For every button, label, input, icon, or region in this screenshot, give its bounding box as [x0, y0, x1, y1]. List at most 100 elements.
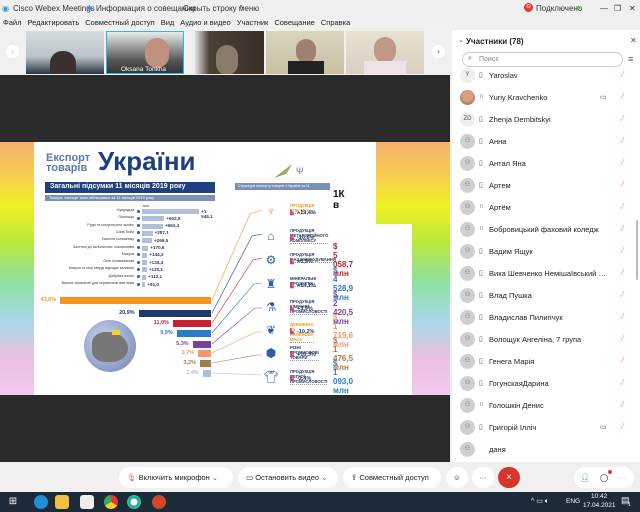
participant-row[interactable]: ⚇ ▯ ГогунскаяДарина ⁄	[452, 373, 632, 395]
share-content-button[interactable]: ⇪ Совместный доступ	[343, 467, 441, 488]
participant-row[interactable]: ⚇ ▯ Вадим Ящук ⁄	[452, 241, 632, 263]
participant-name: Голошкін Денис	[489, 401, 544, 410]
avatar: ⚇	[460, 222, 475, 237]
participant-row[interactable]: ⚇ ▯ Вика Шевченко Немішаївський фа... ⁄	[452, 263, 632, 285]
factory-icon: ⌂	[267, 229, 275, 243]
participant-name: Вадим Ящук	[489, 247, 533, 256]
restore-button[interactable]: ❐	[614, 4, 621, 13]
windows-taskbar: ⊞ ^ ▭ 🔈︎ ENG 10:42 17.04.2021 ▤ 1	[0, 492, 640, 512]
gears-icon: ⚙	[265, 253, 277, 267]
muted-mic-icon[interactable]: ⁄	[622, 202, 623, 211]
more-panels-icon[interactable]: ···	[618, 467, 626, 488]
clock-date[interactable]: 17.04.2021	[583, 502, 616, 509]
muted-mic-icon[interactable]: ⁄	[622, 400, 623, 409]
avatar: Y	[460, 68, 475, 83]
tray-icons[interactable]: ^ ▭ 🔈︎	[531, 497, 549, 506]
muted-mic-icon[interactable]: ⁄	[622, 92, 623, 101]
windows-start-icon[interactable]: ⊞	[6, 495, 20, 509]
muted-mic-icon[interactable]: ⁄	[622, 158, 623, 167]
muted-mic-icon[interactable]: ⁄	[622, 268, 623, 277]
headset-icon: ∩	[479, 225, 485, 232]
chart-mini-icon: ▙	[290, 376, 294, 382]
close-panel-button[interactable]: ✕	[630, 36, 637, 45]
participant-row[interactable]: ⚇ ▯ Артем ⁄	[452, 175, 632, 197]
muted-mic-icon[interactable]: ⁄	[622, 224, 623, 233]
muted-mic-icon[interactable]: ⁄	[622, 70, 623, 79]
unmute-mic-button[interactable]: 🎙︎ Включить микрофон ⌄	[119, 467, 233, 488]
muted-mic-icon[interactable]: ⁄	[622, 136, 623, 145]
participant-row[interactable]: ⚇ ▯ Антал Яна ⁄	[452, 153, 632, 175]
wheat-cow-icon: ♆	[266, 204, 276, 218]
avatar: ⚇	[460, 178, 475, 193]
leaf-icon: ❦	[265, 323, 277, 337]
phone-icon: ▯	[479, 182, 483, 189]
participant-row[interactable]: ZD ▯ Zhenja Dembitskyi ⁄	[452, 109, 632, 131]
phone-icon: ▯	[479, 292, 483, 299]
participant-row[interactable]: ⚇ ▯ Волощук Ангеліна, 7 група ⁄	[452, 329, 632, 351]
oil-rig-icon: ♜	[265, 277, 277, 291]
participant-row[interactable]: ⚇ ▯ Владислав Пилипчук ⁄	[452, 307, 632, 329]
chrome-icon[interactable]	[104, 495, 118, 509]
participants-panel: ⌄ Участники (78) ✕ ⌕ Поиск ≡ Y ▯ Yaroslav ⁄…	[452, 30, 640, 462]
close-button[interactable]: ✕	[629, 4, 636, 13]
participant-row[interactable]: ⚇ ▯ Григорій Ілліч ▭ ⁄	[452, 417, 632, 439]
category-delta: -10,2%	[297, 329, 315, 335]
participant-row[interactable]: ⚇ ∩ Бобровицький фаховий коледж ⁄	[452, 219, 632, 241]
participant-row[interactable]: ⚇ ▯ Влад Пушка ⁄	[452, 285, 632, 307]
phone-icon: ▯	[479, 72, 483, 79]
store-icon[interactable]	[80, 495, 94, 509]
flask-icon: ⚗	[265, 300, 277, 314]
headset-icon: ∩	[479, 93, 485, 100]
connection-icon: ⊖	[524, 3, 533, 12]
notification-count: 1	[628, 502, 631, 508]
clock-time[interactable]: 10:42	[591, 493, 607, 500]
participant-name: ГогунскаяДарина	[489, 379, 549, 388]
video-label: Остановить видео	[255, 473, 320, 482]
leave-meeting-button[interactable]: ×	[498, 467, 520, 488]
muted-mic-icon[interactable]: ⁄	[622, 290, 623, 299]
participant-row[interactable]: ⚇ ▯ Генега Марія ⁄	[452, 351, 632, 373]
participant-row[interactable]: Y ▯ Yaroslav ⁄	[452, 65, 632, 87]
reactions-button[interactable]: ☺	[446, 467, 468, 488]
muted-mic-icon[interactable]: ⁄	[622, 180, 623, 189]
participant-name: Владислав Пилипчук	[489, 313, 563, 322]
mic-label: Включить микрофон	[138, 473, 210, 482]
participant-row[interactable]: ∩ Yuriy Kravchenko ▭ ⁄	[452, 87, 632, 109]
more-options-button[interactable]: ···	[472, 467, 494, 488]
chevron-down-icon[interactable]: ⌄	[212, 473, 218, 482]
edge-icon[interactable]	[34, 495, 48, 509]
phone-icon: ▯	[479, 424, 483, 431]
chat-toggle-icon[interactable]: ◯	[600, 467, 608, 488]
collapse-chevron-icon[interactable]: ⌄	[458, 36, 464, 44]
minimize-button[interactable]: —	[600, 4, 608, 13]
status-dot	[577, 6, 580, 9]
avatar: ⚇	[460, 134, 475, 149]
participant-row[interactable]: ⚇ ∩ Артём ⁄	[452, 197, 632, 219]
file-explorer-icon[interactable]	[55, 495, 69, 509]
participant-name: Вика Шевченко Немішаївський фа...	[489, 269, 607, 278]
muted-mic-icon[interactable]: ⁄	[622, 356, 623, 365]
muted-mic-icon[interactable]: ⁄	[622, 422, 623, 431]
language-indicator[interactable]: ENG	[566, 498, 580, 505]
participant-row[interactable]: ⚇ ∩ Голошкін Денис ⁄	[452, 395, 632, 417]
avatar: ⚇	[460, 376, 475, 391]
participant-row[interactable]: ⚇ даня	[452, 439, 632, 461]
avatar: ⚇	[460, 420, 475, 435]
stop-video-button[interactable]: ▭ Остановить видео ⌄	[238, 467, 338, 488]
sort-icon[interactable]: ≡	[628, 54, 633, 64]
muted-mic-icon[interactable]: ⁄	[622, 114, 623, 123]
muted-mic-icon[interactable]: ⁄	[622, 334, 623, 343]
muted-mic-icon[interactable]: ⁄	[622, 312, 623, 321]
webex-taskbar-icon[interactable]	[127, 495, 141, 509]
category-delta: +19,4%	[297, 210, 316, 216]
avatar	[460, 90, 475, 105]
share-icon: ⇪	[351, 473, 358, 482]
participant-row[interactable]: ⚇ ▯ Анна ⁄	[452, 131, 632, 153]
participants-scrollbar[interactable]	[636, 220, 638, 280]
participants-toggle-icon[interactable]: 👤︎	[580, 467, 590, 488]
chevron-down-icon[interactable]: ⌄	[321, 473, 327, 482]
connector-line	[211, 354, 262, 364]
muted-mic-icon[interactable]: ⁄	[622, 246, 623, 255]
powerpoint-icon[interactable]	[152, 495, 166, 509]
muted-mic-icon[interactable]: ⁄	[622, 378, 623, 387]
